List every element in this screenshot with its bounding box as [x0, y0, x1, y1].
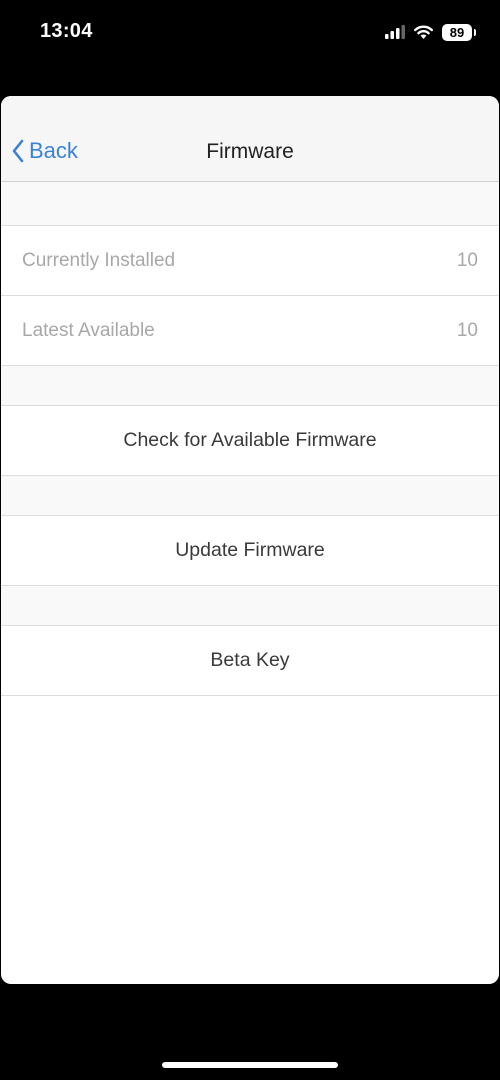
wifi-icon: [414, 25, 433, 39]
update-firmware-button[interactable]: Update Firmware: [1, 516, 499, 586]
check-firmware-button[interactable]: Check for Available Firmware: [1, 406, 499, 476]
section-spacer: [1, 366, 499, 406]
firmware-sheet: Back Firmware Currently Installed 10 Lat…: [1, 96, 499, 984]
section-spacer: [1, 182, 499, 226]
status-icons: 89: [385, 22, 476, 42]
section-spacer: [1, 586, 499, 626]
navigation-bar: Back Firmware: [1, 96, 499, 182]
section-spacer: [1, 476, 499, 516]
latest-available-value: 10: [456, 319, 478, 341]
latest-available-label: Latest Available: [22, 319, 155, 341]
currently-installed-value: 10: [456, 249, 478, 271]
currently-installed-label: Currently Installed: [22, 249, 176, 271]
check-firmware-label: Check for Available Firmware: [123, 429, 377, 451]
status-time: 13:04: [40, 20, 93, 42]
latest-available-row: Latest Available 10: [1, 296, 499, 366]
currently-installed-row: Currently Installed 10: [1, 226, 499, 296]
home-indicator[interactable]: [162, 1062, 338, 1068]
cellular-signal-icon: [385, 25, 405, 39]
page-title: Firmware: [206, 140, 294, 163]
battery-level: 89: [449, 24, 465, 40]
update-firmware-label: Update Firmware: [175, 539, 325, 561]
beta-key-label: Beta Key: [210, 649, 290, 671]
beta-key-button[interactable]: Beta Key: [1, 626, 499, 696]
battery-icon: 89: [442, 23, 476, 41]
status-bar: 13:04 89: [0, 0, 500, 64]
